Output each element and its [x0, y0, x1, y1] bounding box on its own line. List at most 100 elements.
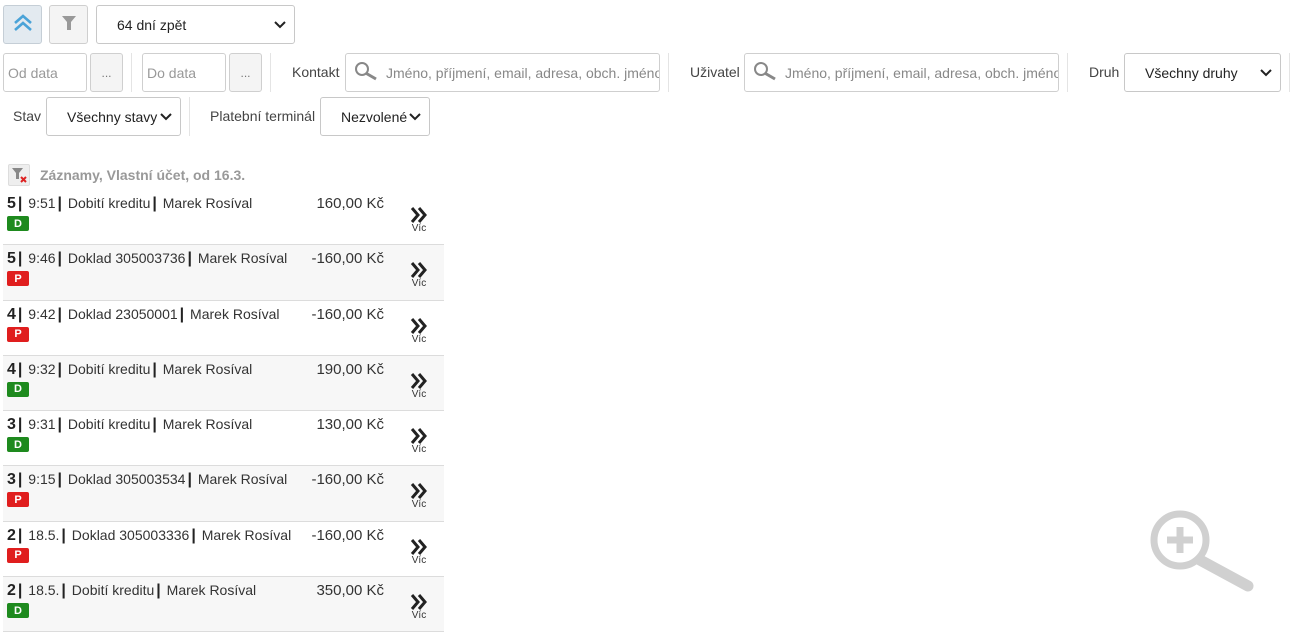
- record-number: 5: [7, 195, 16, 212]
- clear-filter-button[interactable]: [8, 164, 30, 186]
- range-select-value: 64 dní zpět: [117, 16, 187, 33]
- separator: |: [17, 526, 23, 544]
- status-badge: P: [7, 547, 29, 563]
- record-user: Marek Rosíval: [162, 195, 253, 211]
- record-user: Marek Rosíval: [166, 582, 257, 599]
- record-time: 9:31: [28, 416, 56, 433]
- list-item[interactable]: 4 | 9:32 | Dobití kreditu | Marek Rosíval 1…: [3, 355, 444, 412]
- record-time: 9:42: [28, 305, 56, 322]
- terminal-label: Platební terminál: [210, 108, 316, 124]
- record-line: 2 | 18.5. | Doklad 305003336 | Marek Rosíva…: [7, 527, 291, 545]
- list-item[interactable]: 2 | 18.5. | Dobití kreditu | Marek Rosíval …: [3, 577, 444, 633]
- record-amount: -160,00 Kč: [311, 471, 384, 489]
- search-icon: [354, 61, 378, 84]
- double-chevron-right-icon: [408, 593, 430, 611]
- separator: |: [57, 416, 63, 434]
- more-label: Víc: [411, 499, 427, 511]
- more-button[interactable]: Víc: [408, 317, 430, 345]
- user-search-input[interactable]: Jméno, příjmení, email, adresa, obch. jm…: [744, 53, 1059, 92]
- separator: |: [152, 360, 157, 378]
- zoom-in-icon[interactable]: [1148, 508, 1256, 592]
- record-line: 4 | 9:32 | Dobití kreditu | Marek Rosíval: [7, 361, 252, 379]
- more-label: Víc: [411, 388, 427, 400]
- record-amount: -160,00 Kč: [311, 526, 384, 544]
- separator: |: [57, 305, 63, 323]
- record-amount: 130,00 Kč: [316, 416, 384, 434]
- chevron-down-icon: [1260, 67, 1272, 79]
- record-amount: 190,00 Kč: [316, 360, 384, 378]
- record-time: 9:51: [28, 195, 56, 211]
- record-number: 2: [7, 526, 16, 544]
- collapse-button[interactable]: [3, 5, 42, 44]
- status-badge: P: [7, 271, 29, 287]
- record-time: 9:15: [28, 471, 56, 488]
- more-button[interactable]: Víc: [408, 427, 430, 455]
- separator: |: [57, 195, 63, 212]
- record-user: Marek Rosíval: [162, 360, 253, 377]
- more-button[interactable]: Víc: [408, 206, 430, 234]
- double-chevron-right-icon: [408, 482, 430, 500]
- separator: |: [17, 471, 23, 489]
- funnel-icon: [61, 14, 77, 35]
- record-desc: Dobití kreditu: [67, 195, 151, 211]
- record-desc: Dobití kreditu: [67, 416, 151, 433]
- state-select[interactable]: Všechny stavy: [46, 97, 181, 136]
- more-button[interactable]: Víc: [408, 261, 430, 289]
- record-time: 9:46: [28, 250, 56, 267]
- separator: |: [17, 250, 23, 268]
- double-chevron-right-icon: [408, 261, 430, 279]
- dots-label: ...: [240, 65, 251, 80]
- record-desc: Doklad 305003534: [67, 471, 186, 488]
- list-item[interactable]: 5 | 9:51 | Dobití kreditu | Marek Rosíval 1…: [3, 190, 444, 246]
- double-chevron-right-icon: [408, 538, 430, 556]
- date-from-picker-button[interactable]: ...: [90, 53, 123, 92]
- user-label: Uživatel: [690, 64, 740, 80]
- date-to-input[interactable]: Do data: [142, 53, 226, 92]
- divider: [1067, 53, 1068, 92]
- filter-button[interactable]: [49, 5, 88, 44]
- separator: |: [17, 416, 23, 434]
- double-chevron-right-icon: [408, 206, 430, 224]
- record-line: 4 | 9:42 | Doklad 23050001 | Marek Rosíval: [7, 306, 280, 324]
- list-item[interactable]: 4 | 9:42 | Doklad 23050001 | Marek Rosíval …: [3, 301, 444, 356]
- record-line: 5 | 9:46 | Doklad 305003736 | Marek Rosíval: [7, 250, 287, 268]
- records-list: 5 | 9:51 | Dobití kreditu | Marek Rosíval 1…: [3, 190, 444, 633]
- record-line: 3 | 9:31 | Dobití kreditu | Marek Rosíval: [7, 416, 252, 434]
- divider: [131, 53, 132, 92]
- record-amount: -160,00 Kč: [311, 250, 384, 268]
- chevron-down-icon: [160, 111, 172, 123]
- terminal-select[interactable]: Nezvolené: [320, 97, 430, 136]
- record-number: 5: [7, 250, 16, 268]
- record-number: 3: [7, 471, 16, 489]
- divider: [189, 97, 190, 136]
- record-desc: Doklad 23050001: [67, 305, 178, 322]
- record-number: 4: [7, 360, 16, 378]
- type-select[interactable]: Všechny druhy: [1124, 53, 1281, 92]
- record-time: 18.5.: [28, 526, 60, 543]
- more-button[interactable]: Víc: [408, 482, 430, 510]
- list-item[interactable]: 3 | 9:15 | Doklad 305003534 | Marek Rosíval…: [3, 466, 444, 522]
- more-button[interactable]: Víc: [408, 372, 430, 400]
- more-button[interactable]: Víc: [408, 593, 430, 621]
- range-select[interactable]: 64 dní zpět: [96, 5, 295, 44]
- more-button[interactable]: Víc: [408, 538, 430, 566]
- status-badge: D: [7, 381, 29, 397]
- contact-label: Kontakt: [292, 64, 340, 80]
- record-line: 2 | 18.5. | Dobití kreditu | Marek Rosíval: [7, 582, 256, 600]
- record-line: 5 | 9:51 | Dobití kreditu | Marek Rosíval: [7, 195, 252, 213]
- more-label: Víc: [411, 223, 427, 234]
- record-user: Marek Rosíval: [162, 416, 253, 433]
- record-amount: 160,00 Kč: [316, 195, 384, 212]
- contact-search-input[interactable]: Jméno, příjmení, email, adresa, obch. jm…: [345, 53, 660, 92]
- date-to-picker-button[interactable]: ...: [229, 53, 262, 92]
- date-from-input[interactable]: Od data: [3, 53, 87, 92]
- record-desc: Doklad 305003336: [71, 526, 190, 543]
- type-select-value: Všechny druhy: [1145, 64, 1238, 81]
- record-user: Marek Rosíval: [201, 526, 292, 543]
- record-line: 3 | 9:15 | Doklad 305003534 | Marek Rosíval: [7, 471, 287, 489]
- record-time: 9:32: [28, 360, 56, 377]
- list-item[interactable]: 2 | 18.5. | Doklad 305003336 | Marek Rosíva…: [3, 522, 444, 578]
- record-user: Marek Rosíval: [197, 250, 288, 267]
- list-item[interactable]: 5 | 9:46 | Doklad 305003736 | Marek Rosíval…: [3, 245, 444, 301]
- list-item[interactable]: 3 | 9:31 | Dobití kreditu | Marek Rosíval 1…: [3, 411, 444, 467]
